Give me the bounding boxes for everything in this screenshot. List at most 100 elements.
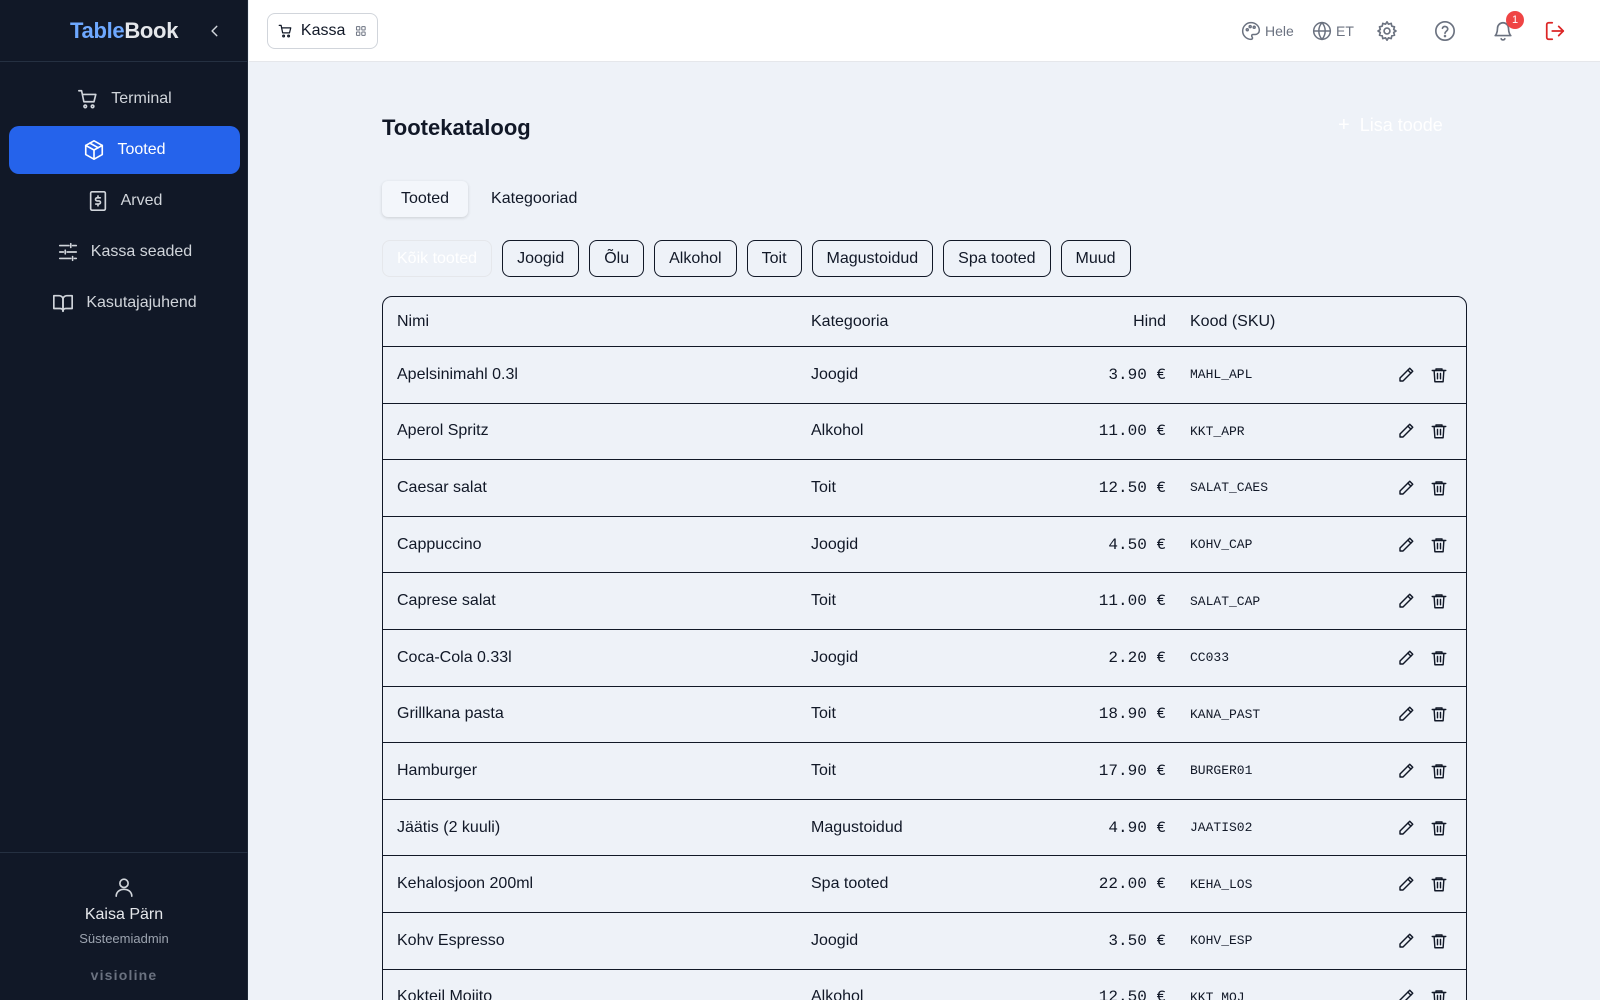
settings-button[interactable]: [1376, 19, 1398, 43]
edit-button[interactable]: [1395, 477, 1417, 499]
sidebar-item-arved[interactable]: Arved: [9, 177, 240, 225]
table-header-row: Nimi Kategooria Hind Kood (SKU): [383, 297, 1466, 347]
sidebar-item-terminal[interactable]: Terminal: [9, 75, 240, 123]
product-category: Alkohol: [811, 422, 864, 440]
edit-button[interactable]: [1395, 760, 1417, 782]
sidebar-item-kassa-seaded[interactable]: Kassa seaded: [9, 228, 240, 276]
plus-icon: +: [1338, 114, 1350, 136]
product-name: Kohv Espresso: [397, 931, 505, 949]
filter-chip-toit[interactable]: Toit: [746, 240, 802, 277]
edit-button[interactable]: [1395, 590, 1417, 612]
edit-button[interactable]: [1395, 420, 1417, 442]
notifications-button[interactable]: 1: [1492, 11, 1524, 43]
filter-chip-spa-tooted[interactable]: Spa tooted: [943, 240, 1051, 277]
delete-button[interactable]: [1428, 477, 1450, 499]
row-actions: [1395, 630, 1461, 686]
pencil-icon: [1399, 367, 1414, 382]
table-row: Hamburger Toit 17.90 € BURGER01: [383, 743, 1466, 800]
page-title: Tootekataloog: [382, 115, 531, 140]
edit-button[interactable]: [1395, 534, 1417, 556]
product-sku: KANA_PAST: [1190, 706, 1261, 722]
help-button[interactable]: [1434, 19, 1456, 43]
tab-tooted[interactable]: Tooted: [382, 181, 469, 217]
language-label: ET: [1336, 23, 1354, 39]
product-price: 12.50 €: [1098, 988, 1166, 1000]
sidebar-item-tooted[interactable]: Tooted: [9, 126, 240, 174]
pencil-icon: [1399, 876, 1414, 891]
delete-button[interactable]: [1428, 420, 1450, 442]
edit-button[interactable]: [1395, 647, 1417, 669]
column-header-sku[interactable]: Kood (SKU): [1190, 297, 1275, 346]
language-button[interactable]: ET: [1312, 19, 1354, 43]
gear-icon: [1377, 21, 1397, 41]
product-name: Kehalosjoon 200ml: [397, 875, 534, 893]
brand-logo[interactable]: TableBook: [70, 18, 178, 44]
delete-button[interactable]: [1428, 986, 1450, 1000]
row-actions: [1395, 573, 1461, 629]
delete-button[interactable]: [1428, 590, 1450, 612]
delete-button[interactable]: [1428, 760, 1450, 782]
filter-chip-olu[interactable]: Õlu: [589, 240, 645, 277]
sidebar-item-kasutajajuhend[interactable]: Kasutajajuhend: [9, 279, 240, 327]
trash-icon: [1431, 707, 1447, 722]
theme-toggle-button[interactable]: Hele: [1241, 19, 1294, 43]
notification-badge: 1: [1506, 11, 1524, 29]
collapse-sidebar-button[interactable]: [204, 20, 226, 42]
delete-button[interactable]: [1428, 930, 1450, 952]
column-header-name[interactable]: Nimi: [397, 297, 429, 346]
column-header-category[interactable]: Kategooria: [811, 297, 888, 346]
product-category: Toit: [811, 478, 836, 496]
filter-chip-alkohol[interactable]: Alkohol: [654, 240, 737, 277]
product-sku: KEHA_LOS: [1190, 876, 1253, 892]
filter-chip-muud[interactable]: Muud: [1060, 240, 1131, 277]
product-sku: KOHV_CAP: [1190, 537, 1253, 553]
filter-chip-joogid[interactable]: Joogid: [502, 240, 580, 277]
filter-chip-all[interactable]: Kõik tooted: [382, 240, 493, 277]
logout-button[interactable]: [1544, 19, 1566, 43]
delete-button[interactable]: [1428, 703, 1450, 725]
product-category: Toit: [811, 761, 836, 779]
delete-button[interactable]: [1428, 647, 1450, 669]
product-name: Jäätis (2 kuuli): [397, 818, 501, 836]
edit-button[interactable]: [1395, 986, 1417, 1000]
edit-button[interactable]: [1395, 930, 1417, 952]
product-price: 3.50 €: [1108, 931, 1166, 950]
filter-chip-magustoidud[interactable]: Magustoidud: [811, 240, 934, 277]
delete-button[interactable]: [1428, 364, 1450, 386]
table-row: Caesar salat Toit 12.50 € SALAT_CAES: [383, 460, 1466, 517]
pencil-icon: [1399, 933, 1414, 948]
sidebar-footer: Kaisa Pärn Süsteemiadmin visioline: [0, 852, 248, 1000]
edit-button[interactable]: [1395, 364, 1417, 386]
delete-button[interactable]: [1428, 873, 1450, 895]
product-category: Joogid: [811, 365, 859, 383]
table-row: Coca-Cola 0.33l Joogid 2.20 € CC033: [383, 630, 1466, 687]
trash-icon: [1431, 934, 1447, 949]
pencil-icon: [1399, 820, 1414, 835]
product-sku: SALAT_CAP: [1190, 593, 1261, 609]
pencil-icon: [1399, 593, 1414, 608]
table-row: Cappuccino Joogid 4.50 € KOHV_CAP: [383, 517, 1466, 574]
delete-button[interactable]: [1428, 534, 1450, 556]
product-name: Aperol Spritz: [397, 422, 489, 440]
product-price: 2.20 €: [1108, 648, 1166, 667]
chevron-left-icon: [211, 25, 218, 37]
topbar: Kassa Hele ET 1: [249, 0, 1600, 62]
product-price: 22.00 €: [1098, 875, 1166, 894]
column-header-price[interactable]: Hind: [1133, 297, 1166, 346]
kassa-switch-button[interactable]: Kassa: [267, 13, 378, 49]
product-name: Hamburger: [397, 761, 478, 779]
tab-kategooriad[interactable]: Kategooriad: [472, 181, 596, 217]
receipt-icon: [87, 190, 109, 212]
sidebar-item-label: Kasutajajuhend: [86, 294, 197, 311]
add-product-button[interactable]: + Lisa toode: [1338, 114, 1443, 137]
row-actions: [1395, 856, 1461, 912]
product-price: 4.90 €: [1108, 818, 1166, 837]
edit-button[interactable]: [1395, 817, 1417, 839]
edit-button[interactable]: [1395, 703, 1417, 725]
trash-icon: [1431, 368, 1447, 383]
table-row: Grillkana pasta Toit 18.90 € KANA_PAST: [383, 687, 1466, 744]
table-row: Kokteil Mojito Alkohol 12.50 € KKT_MOJ: [383, 970, 1466, 1000]
sidebar-item-label: Tooted: [117, 141, 166, 158]
delete-button[interactable]: [1428, 817, 1450, 839]
edit-button[interactable]: [1395, 873, 1417, 895]
